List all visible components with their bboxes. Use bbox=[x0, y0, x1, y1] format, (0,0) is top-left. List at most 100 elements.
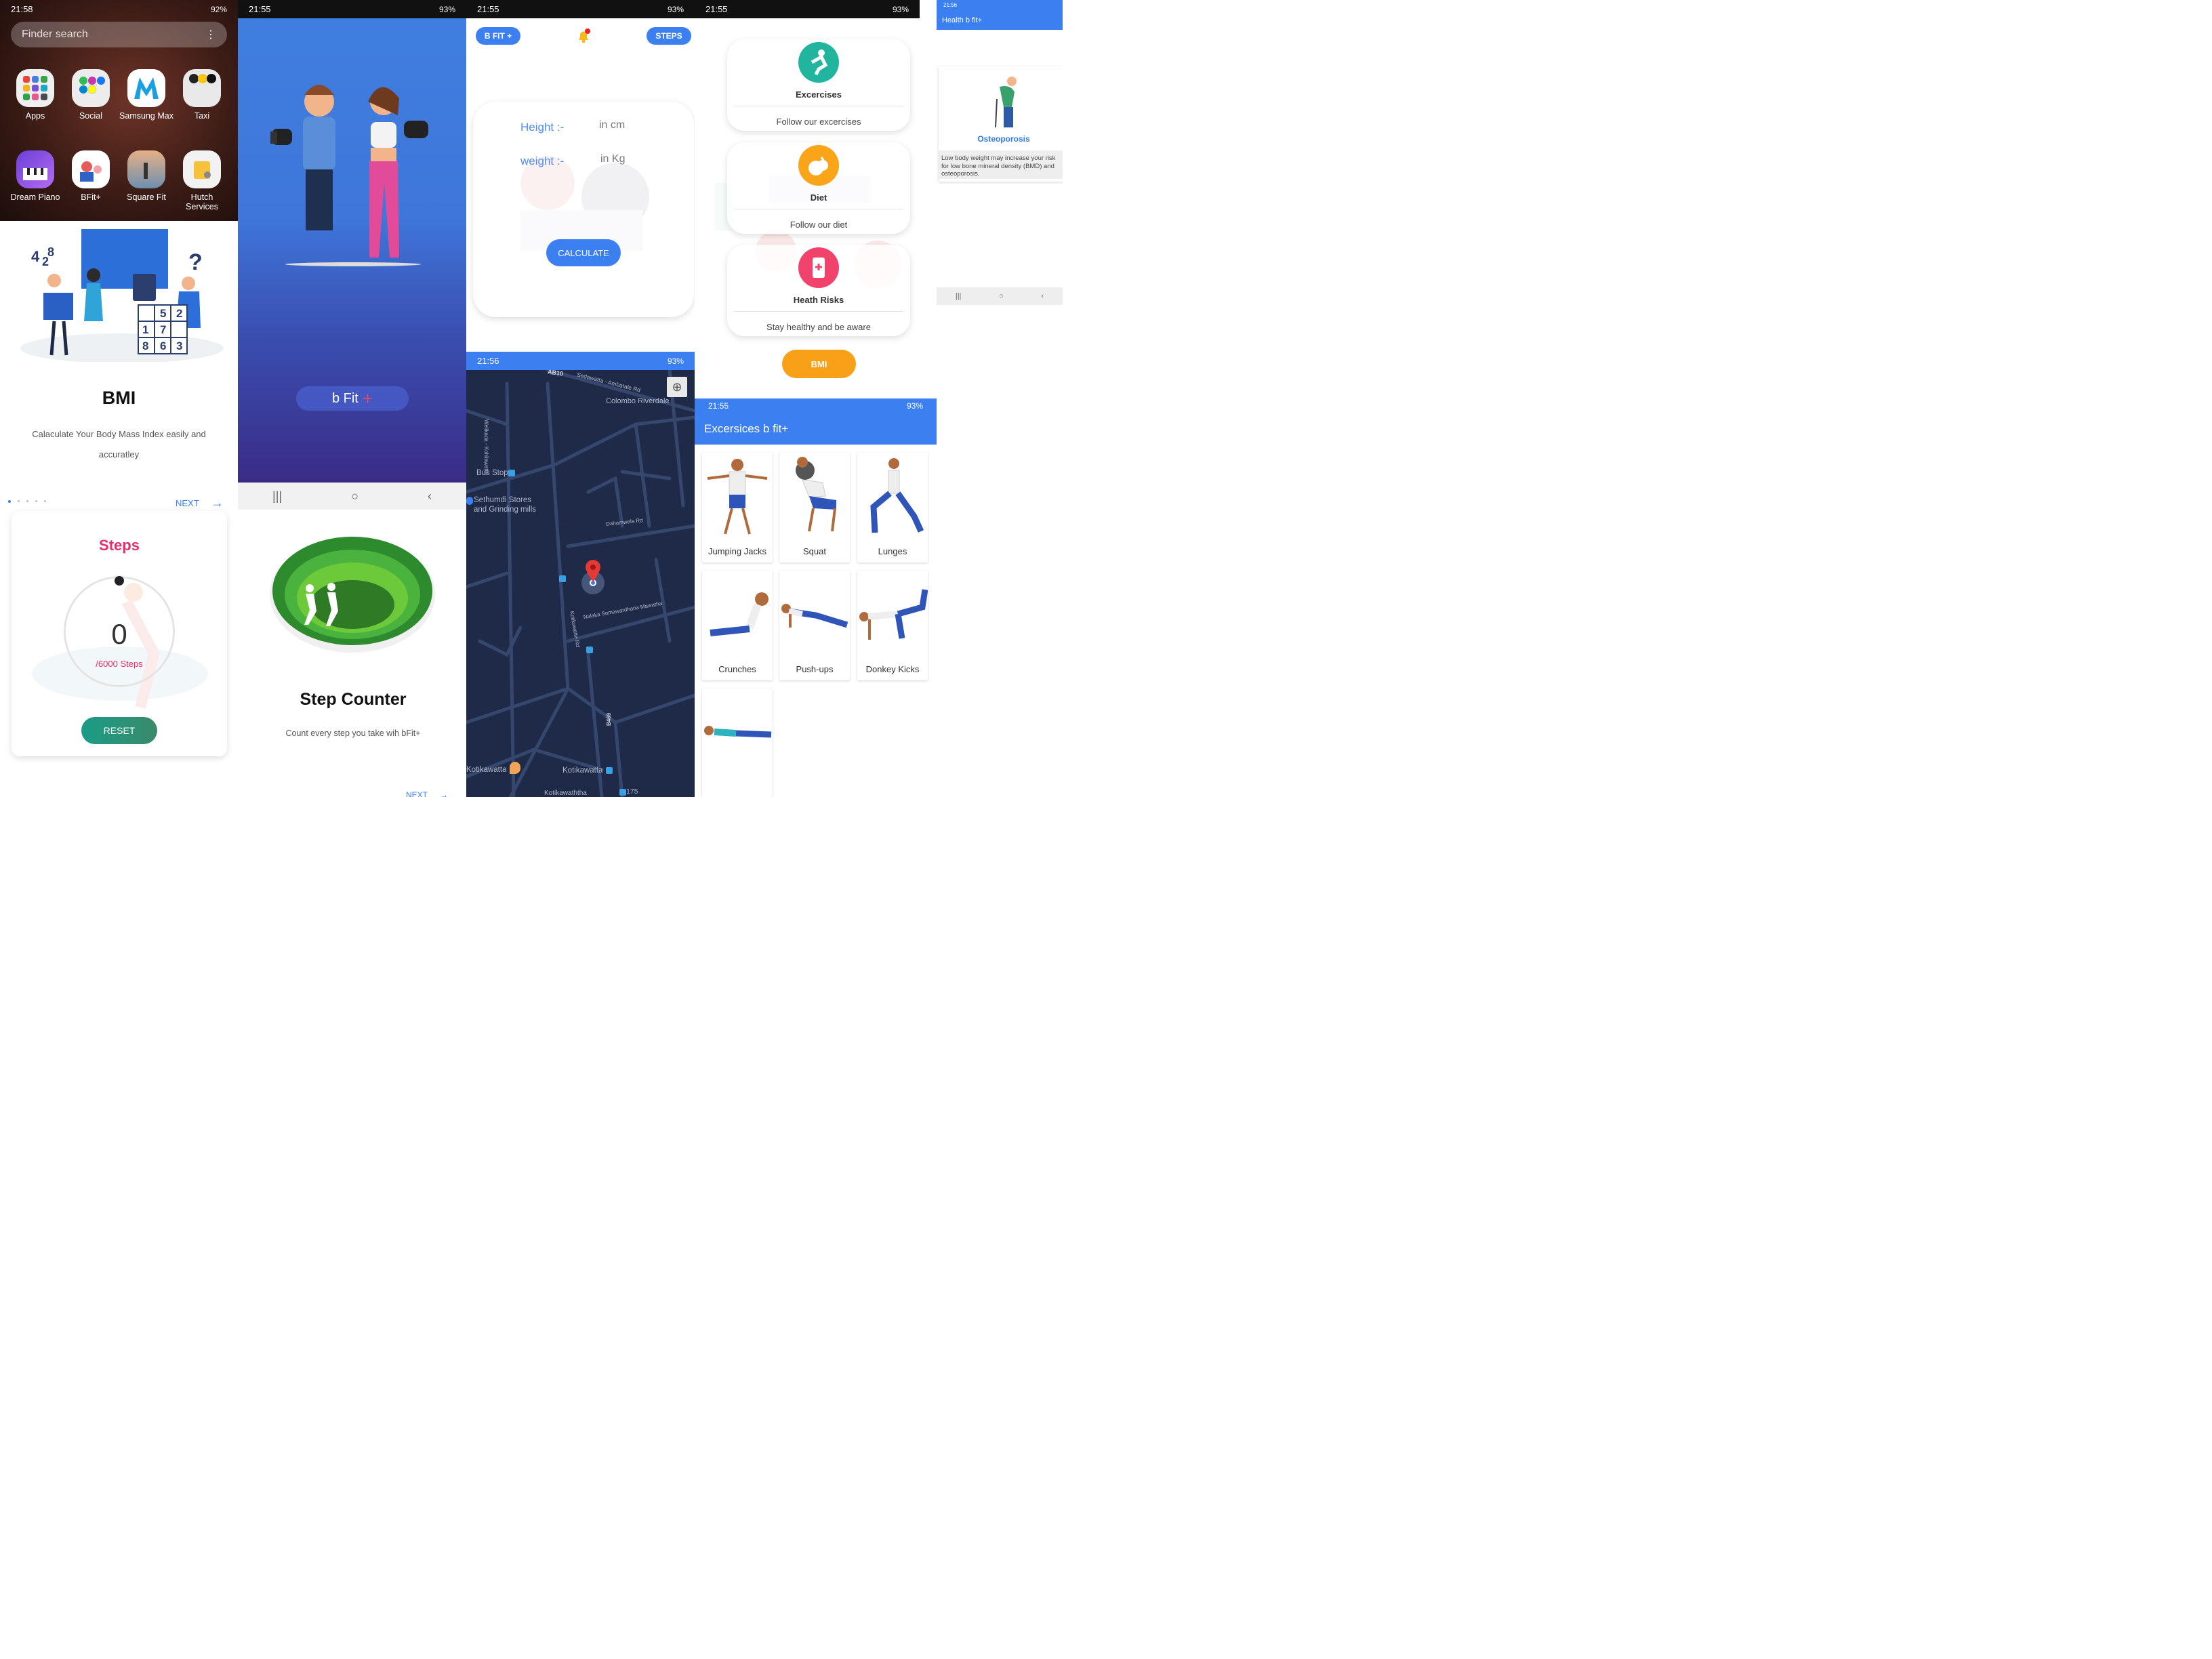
samsung-max-icon[interactable] bbox=[127, 69, 165, 107]
exercise-card-pushups[interactable]: Push-ups bbox=[779, 571, 850, 680]
clock: 21:55 bbox=[477, 4, 499, 14]
exercise-card-plank[interactable] bbox=[702, 689, 773, 797]
home-icon[interactable]: ○ bbox=[351, 489, 359, 504]
bus-stop-icon[interactable] bbox=[619, 789, 626, 796]
map-roads bbox=[466, 370, 695, 797]
collage: { "home":{"time":"21:58","status":"\u003… bbox=[0, 0, 1063, 797]
plank-illustration bbox=[704, 726, 772, 738]
splash-screen: 21:55 93% b Fit + ||| ○ ‹ bbox=[238, 0, 466, 510]
reset-button[interactable]: RESET bbox=[81, 717, 157, 744]
social-folder-icon[interactable] bbox=[72, 69, 110, 107]
onboarding-step-counter-screen: Step Counter Count every step you take w… bbox=[238, 510, 466, 797]
weight-unit-input[interactable]: in Kg bbox=[600, 153, 625, 165]
apps-folder-icon[interactable] bbox=[16, 69, 54, 107]
recents-icon[interactable]: ||| bbox=[956, 292, 962, 300]
taxi-folder-icon[interactable] bbox=[183, 69, 221, 107]
bfit-app-icon[interactable] bbox=[72, 150, 110, 188]
exercise-card-jumping-jacks[interactable]: Jumping Jacks bbox=[702, 453, 773, 562]
jumping-jacks-illustration bbox=[707, 459, 768, 535]
fitness-couple-illustration bbox=[270, 85, 428, 266]
dot bbox=[18, 500, 20, 502]
clock: 21:58 bbox=[11, 4, 33, 14]
app-label-hutch: Hutch Services bbox=[186, 192, 218, 211]
bus-stop-icon[interactable] bbox=[508, 470, 515, 476]
height-label: Height :- bbox=[520, 121, 565, 134]
app-header: Health b fit+ bbox=[937, 11, 1063, 30]
bmi-button[interactable]: BMI bbox=[782, 350, 856, 378]
risk-title: Osteoporosis bbox=[977, 134, 1030, 144]
calculate-button[interactable]: CALCULATE bbox=[546, 239, 621, 266]
exercise-label: Lunges bbox=[878, 546, 907, 556]
exercise-card-lunges[interactable]: Lunges bbox=[857, 453, 928, 562]
next-label: NEXT bbox=[176, 498, 199, 508]
bmi-illustration: 4 2 8 ? 52 17 863 bbox=[20, 229, 224, 362]
app-label-social: Social bbox=[79, 111, 103, 121]
back-icon[interactable]: ‹ bbox=[1041, 292, 1044, 300]
place-label-175: 175 bbox=[626, 787, 638, 796]
health-risks-card[interactable]: Heath Risks Stay healthy and be aware bbox=[727, 245, 910, 336]
app-label-dream-piano: Dream Piano bbox=[10, 192, 60, 202]
app-header-title: Excersices b fit+ bbox=[695, 413, 937, 445]
location-pin-icon[interactable] bbox=[584, 559, 602, 582]
clock: 21:55 bbox=[249, 4, 271, 14]
restaurant-pin-icon[interactable] bbox=[510, 762, 520, 774]
pushups-illustration bbox=[781, 604, 848, 628]
dot bbox=[44, 500, 46, 502]
question-mark: ? bbox=[188, 249, 203, 275]
risk-description: Low body weight may increase your risk f… bbox=[939, 150, 1063, 179]
exercises-screen: 21:55 93% Excersices b fit+ Jumping Jacks… bbox=[695, 398, 937, 797]
place-label-sethumdi-2: and Grinding mills bbox=[474, 506, 537, 514]
battery-status: 93% bbox=[892, 4, 909, 14]
exercise-label: Jumping Jacks bbox=[708, 546, 766, 556]
square-fit-icon[interactable] bbox=[127, 150, 165, 188]
exercise-card-donkey-kicks[interactable]: Donkey Kicks bbox=[857, 571, 928, 680]
risk-card[interactable]: Osteoporosis Low body weight may increas… bbox=[939, 66, 1063, 182]
exercises-card[interactable]: Excercises Follow our excercises bbox=[727, 39, 910, 131]
place-label-bus-stop: Bus Stop bbox=[476, 469, 508, 477]
bus-stop-icon[interactable] bbox=[586, 647, 593, 653]
place-label-kotikawatta-2: Kotikawatta bbox=[562, 766, 603, 775]
onboarding-title: Step Counter bbox=[300, 690, 407, 709]
arrow-right-icon: → bbox=[440, 790, 449, 797]
steps-card: Steps 0 /6000 Steps RESET bbox=[12, 511, 227, 756]
divider bbox=[734, 311, 903, 312]
steps-button[interactable]: STEPS bbox=[647, 27, 691, 45]
dot bbox=[26, 500, 28, 502]
back-icon[interactable]: ‹ bbox=[428, 489, 432, 504]
height-unit-input[interactable]: in cm bbox=[599, 119, 625, 131]
more-menu-icon[interactable]: ⋮ bbox=[205, 28, 216, 41]
bus-stop-icon[interactable] bbox=[606, 767, 613, 774]
exercise-card-crunches[interactable]: Crunches bbox=[702, 571, 773, 680]
app-label-taxi: Taxi bbox=[194, 111, 210, 121]
dot-active bbox=[8, 500, 11, 503]
bus-stop-icon[interactable] bbox=[559, 575, 566, 582]
bfit-plus-button[interactable]: B FIT + bbox=[476, 27, 520, 45]
clock: 21:55 bbox=[705, 4, 728, 14]
my-location-button[interactable]: ⊕ bbox=[667, 377, 687, 397]
exercises-desc: Follow our excercises bbox=[776, 117, 861, 127]
brand-pill: b Fit + bbox=[296, 386, 409, 411]
onboarding-title: BMI bbox=[102, 388, 136, 408]
progress-knob[interactable] bbox=[115, 576, 124, 586]
battery-status: 93% bbox=[906, 401, 923, 411]
grid-digit: 2 bbox=[176, 307, 182, 320]
store-pin-icon[interactable] bbox=[466, 497, 473, 505]
diet-card[interactable]: Diet Follow our diet bbox=[727, 142, 910, 234]
digit-4: 4 bbox=[31, 248, 40, 265]
exercises-title: Excercises bbox=[796, 89, 842, 100]
next-label: NEXT bbox=[406, 790, 428, 797]
bell-icon[interactable] bbox=[575, 27, 592, 45]
next-button[interactable]: NEXT → bbox=[406, 790, 448, 797]
finder-search-bar[interactable]: Finder search ⋮ bbox=[11, 22, 227, 47]
hutch-services-icon[interactable] bbox=[183, 150, 221, 188]
health-risks-title: Heath Risks bbox=[793, 295, 844, 305]
health-risks-desc: Stay healthy and be aware bbox=[766, 322, 871, 332]
place-label-colombo-riverdale: Colombo Riverdale bbox=[606, 397, 670, 405]
road-label-welikada: Welikada - Kohilawatta bbox=[483, 419, 489, 475]
exercise-card-squat[interactable]: Squat bbox=[779, 453, 850, 562]
recents-icon[interactable]: ||| bbox=[272, 489, 282, 504]
place-label-kotikawaththa: Kotikawaththa bbox=[544, 790, 587, 797]
dream-piano-icon[interactable] bbox=[16, 150, 54, 188]
home-icon[interactable]: ○ bbox=[999, 292, 1004, 300]
brand-text: b Fit bbox=[331, 390, 359, 406]
